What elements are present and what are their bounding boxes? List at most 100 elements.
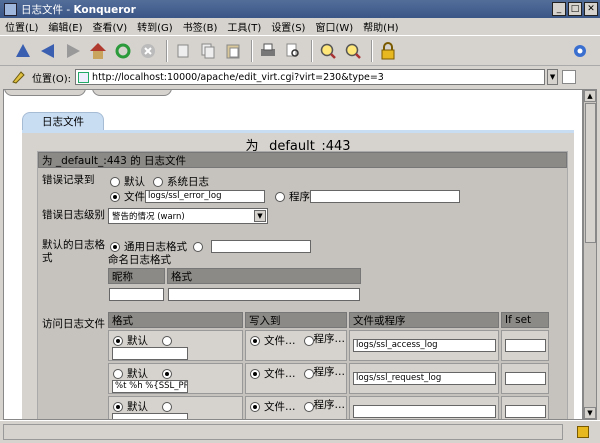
menu-tools[interactable]: 工具(T): [222, 19, 266, 34]
table-cell: logs/ssl_access_log: [349, 330, 499, 361]
status-field: [3, 424, 563, 440]
window-titlebar: 日志文件 - Konqueror _ □ ✕: [0, 0, 600, 18]
chevron-down-icon: ▼: [254, 210, 266, 222]
access-row2-default-radio[interactable]: [113, 368, 123, 379]
access-row2-custom-radio[interactable]: [162, 368, 172, 379]
toolbar-separator: [166, 39, 168, 62]
table-cell: [501, 396, 549, 419]
access-row1-custom-radio[interactable]: [162, 335, 172, 346]
cut-icon[interactable]: [172, 40, 194, 62]
menu-edit[interactable]: 编辑(E): [43, 19, 87, 34]
access-row1-ifset-input[interactable]: [505, 339, 546, 352]
default-format-label: 默认的日志格式: [42, 239, 105, 264]
location-bar: 位置(O): http://localhost:10000/apache/edi…: [0, 66, 600, 88]
scroll-down-icon[interactable]: ▼: [584, 407, 596, 419]
error-log-default-label: 默认: [124, 176, 145, 188]
access-row3-format-input[interactable]: [112, 413, 188, 419]
access-row2-file-input[interactable]: logs/ssl_request_log: [353, 372, 496, 385]
access-row2-program-label: 程序…: [313, 366, 346, 378]
access-log-label: 访问日志文件: [42, 318, 105, 330]
print-icon[interactable]: [257, 40, 279, 62]
access-row3-program-label: 程序…: [313, 399, 346, 411]
common-format-radio[interactable]: [110, 241, 120, 252]
table-cell: [349, 396, 499, 419]
close-button[interactable]: ✕: [584, 2, 598, 16]
error-log-program-radio[interactable]: [275, 191, 285, 202]
table-row: 默认: [108, 396, 243, 419]
error-log-program-input[interactable]: [310, 190, 460, 203]
url-history-dropdown[interactable]: ▼: [547, 69, 559, 85]
menu-help[interactable]: 帮助(H): [358, 19, 403, 34]
table-cell: 文件… 程序…: [245, 363, 347, 394]
menu-settings[interactable]: 设置(S): [266, 19, 310, 34]
copy-icon[interactable]: [197, 40, 219, 62]
custom-format-input[interactable]: [211, 240, 311, 253]
common-format-label: 通用日志格式: [124, 241, 187, 253]
error-level-label: 错误日志级别: [42, 209, 105, 221]
access-row2-ifset-input[interactable]: [505, 372, 546, 385]
zoom-out-icon[interactable]: [342, 40, 364, 62]
menu-bar: 位置(L) 编辑(E) 查看(V) 转到(G) 书签(B) 工具(T) 设置(S…: [0, 18, 600, 36]
access-row2-format-input[interactable]: %t %h %{SSL_PROT: [112, 380, 188, 393]
stop-icon[interactable]: [137, 40, 159, 62]
table-cell: 文件… 程序…: [245, 396, 347, 419]
error-log-syslog-radio[interactable]: [153, 176, 163, 187]
clear-location-icon[interactable]: [10, 69, 28, 85]
zoom-in-icon[interactable]: [317, 40, 339, 62]
table-cell: 文件… 程序…: [245, 330, 347, 361]
window-title: 日志文件 - Konqueror: [21, 3, 136, 16]
minimize-button[interactable]: _: [552, 2, 566, 16]
toolbar-separator: [311, 39, 313, 62]
access-row1-file-input[interactable]: logs/ssl_access_log: [353, 339, 496, 352]
col-name-header: 昵称: [108, 268, 165, 284]
error-level-value: 警告的情况 (warn): [112, 212, 185, 222]
app-icon: [4, 2, 17, 16]
access-row3-default-label: 默认: [127, 401, 148, 413]
menu-go[interactable]: 转到(G): [132, 19, 178, 34]
col-format-header: 格式: [167, 268, 361, 284]
menu-window[interactable]: 窗口(W): [310, 19, 358, 34]
find-icon[interactable]: [282, 40, 304, 62]
named-format-name-input[interactable]: [109, 288, 164, 301]
home-icon[interactable]: [87, 40, 109, 62]
error-log-label: 错误记录到: [42, 174, 95, 186]
access-row3-custom-radio[interactable]: [162, 401, 172, 412]
back-icon[interactable]: [37, 40, 59, 62]
error-log-file-input[interactable]: logs/ssl_error_log: [145, 190, 265, 203]
scrollbar-thumb[interactable]: [585, 103, 596, 243]
go-icon[interactable]: [562, 70, 577, 84]
paste-icon[interactable]: [222, 40, 244, 62]
menu-bookmarks[interactable]: 书签(B): [178, 19, 223, 34]
access-row1-default-radio[interactable]: [113, 335, 123, 346]
tab-log-files[interactable]: 日志文件: [22, 112, 104, 130]
url-input[interactable]: http://localhost:10000/apache/edit_virt.…: [75, 69, 546, 85]
settings-gear-icon[interactable]: [569, 40, 591, 62]
error-log-default-radio[interactable]: [110, 176, 120, 187]
named-format-value-input[interactable]: [168, 288, 360, 301]
access-row1-program-label: 程序…: [313, 333, 346, 345]
log-config-table: 为 _default_:443 的 日志文件 错误记录到 默认 系统日志 文件 …: [37, 151, 568, 419]
scroll-up-icon[interactable]: ▲: [584, 90, 596, 102]
access-row1-format-input[interactable]: [112, 347, 188, 360]
error-level-select[interactable]: 警告的情况 (warn) ▼: [108, 208, 268, 224]
access-col-write-header: 写入到: [245, 312, 347, 328]
access-row2-default-label: 默认: [127, 368, 148, 380]
lock-icon[interactable]: [377, 40, 399, 62]
reload-icon[interactable]: [112, 40, 134, 62]
access-row3-ifset-input[interactable]: [505, 405, 546, 418]
up-icon[interactable]: [12, 40, 34, 62]
access-row3-file-input[interactable]: [353, 405, 496, 418]
menu-view[interactable]: 查看(V): [88, 19, 133, 34]
security-lock-icon[interactable]: [577, 426, 589, 438]
custom-format-radio[interactable]: [193, 241, 203, 252]
maximize-button[interactable]: □: [568, 2, 582, 16]
table-row: 默认 %t %h %{SSL_PROT: [108, 363, 243, 394]
access-col-format-header: 格式: [108, 312, 243, 328]
table-cell: [501, 363, 549, 394]
access-row3-default-radio[interactable]: [113, 401, 123, 412]
menu-location[interactable]: 位置(L): [0, 19, 43, 34]
error-log-file-radio[interactable]: [110, 191, 120, 202]
vertical-scrollbar[interactable]: ▲ ▼: [583, 89, 597, 420]
forward-icon[interactable]: [62, 40, 84, 62]
url-text: http://localhost:10000/apache/edit_virt.…: [92, 71, 384, 83]
